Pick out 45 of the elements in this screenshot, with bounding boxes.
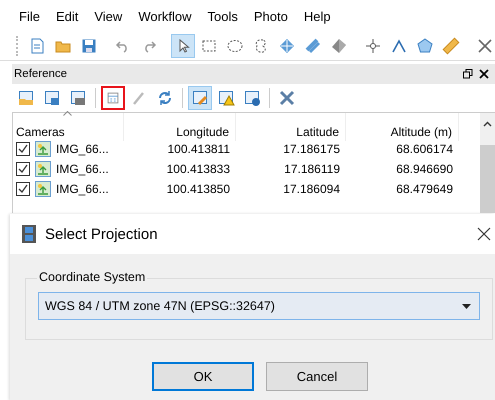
image-icon <box>35 181 51 197</box>
camera-name: IMG_66... <box>56 162 109 176</box>
float-icon[interactable] <box>463 69 473 79</box>
scrollbar[interactable] <box>480 113 495 213</box>
table-cell-text: 68.606174 <box>395 141 454 158</box>
table-cell-text: 17.186119 <box>283 161 341 178</box>
checkbox[interactable] <box>16 182 30 196</box>
column-header[interactable]: Longitude <box>124 113 236 141</box>
close-icon[interactable] <box>477 227 491 241</box>
table-cell-text: 100.413850 <box>166 181 231 198</box>
table-cell-text: 68.479649 <box>395 181 454 198</box>
cancel-button[interactable]: Cancel <box>266 362 368 391</box>
table-cell-text: 100.413811 <box>166 141 231 158</box>
column-header[interactable]: Altitude (m) <box>346 113 459 141</box>
menu-item[interactable]: File <box>12 8 49 24</box>
ok-button[interactable]: OK <box>152 362 254 391</box>
dialog-title: Select Projection <box>45 226 159 242</box>
table-cell-text: 17.186094 <box>282 181 341 198</box>
film-icon <box>22 225 36 243</box>
pointer-icon[interactable] <box>171 34 195 58</box>
menu-item[interactable]: Tools <box>200 8 247 24</box>
menu-item[interactable]: Help <box>296 8 340 24</box>
dropdown-arrow-icon <box>462 304 471 308</box>
camera-name: IMG_66... <box>56 182 109 196</box>
panel-title: Reference <box>14 68 68 80</box>
checkbox[interactable] <box>16 142 30 156</box>
table-cell-text: 68.946690 <box>395 161 454 178</box>
table-cell-text: 17.186175 <box>282 141 341 158</box>
projection-dropdown[interactable]: WGS 84 / UTM zone 47N (EPSG::32647) <box>38 292 480 320</box>
group-label: Coordinate System <box>37 270 148 284</box>
scroll-up-icon[interactable] <box>483 121 492 127</box>
checkbox[interactable] <box>16 162 30 176</box>
menu-item[interactable]: Workflow <box>131 8 201 24</box>
menu-item[interactable]: Edit <box>48 8 88 24</box>
menu-item[interactable]: View <box>87 8 132 24</box>
image-icon <box>35 141 51 157</box>
image-icon <box>35 161 51 177</box>
camera-name: IMG_66... <box>56 142 109 156</box>
column-header[interactable]: Latitude <box>236 113 346 141</box>
close-icon[interactable] <box>479 69 489 79</box>
table-pencil-icon[interactable] <box>188 86 212 110</box>
table-cell-text: 100.413833 <box>166 161 231 178</box>
table-icon[interactable] <box>101 86 125 110</box>
sort-icon <box>63 111 72 116</box>
menu-item[interactable]: Photo <box>246 8 297 24</box>
